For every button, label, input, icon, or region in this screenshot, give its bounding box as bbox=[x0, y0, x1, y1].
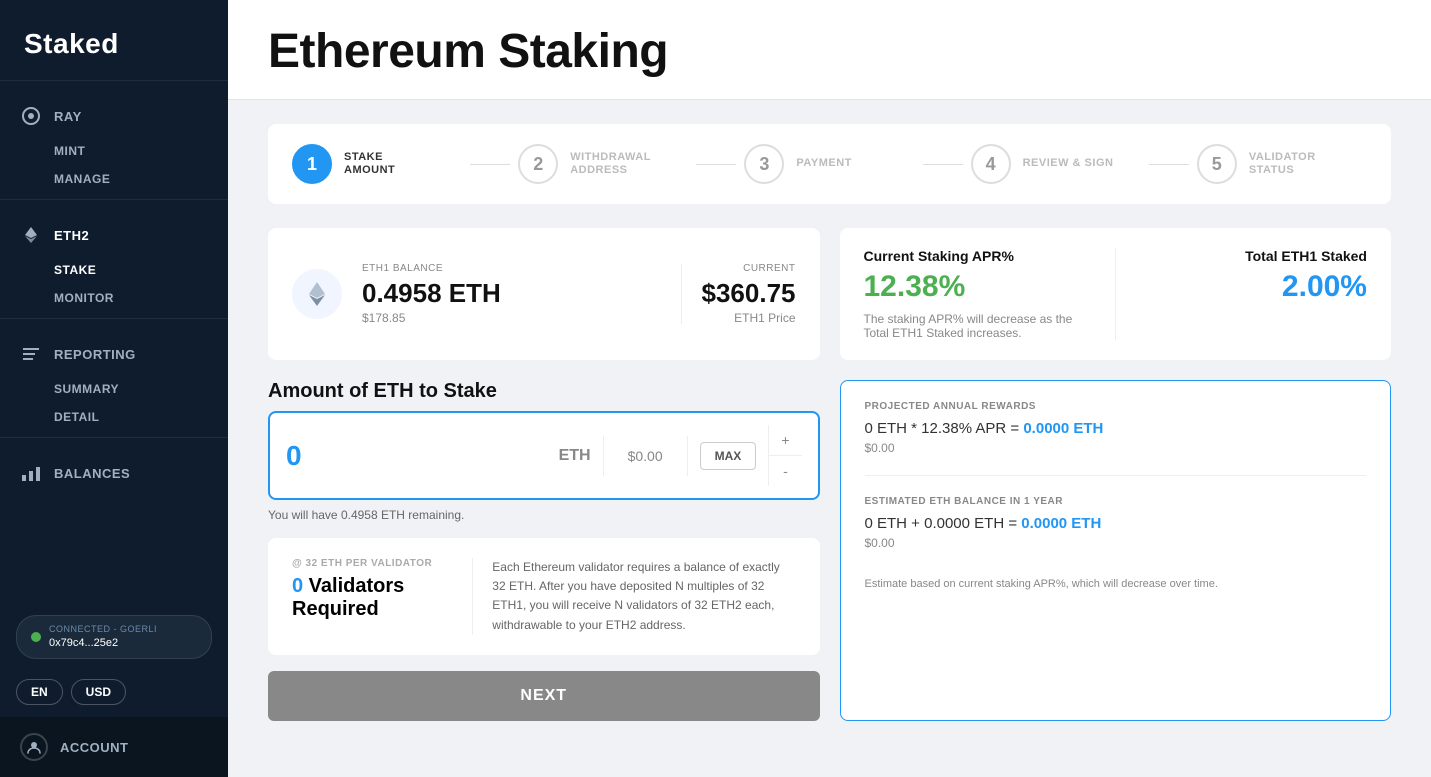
step-1[interactable]: 1 STAKE AMOUNT bbox=[292, 144, 462, 184]
sidebar-group-balances: BALANCES bbox=[0, 446, 228, 500]
rewards-card: PROJECTED ANNUAL REWARDS 0 ETH * 12.38% … bbox=[840, 380, 1392, 721]
balances-icon bbox=[20, 462, 42, 484]
sidebar-item-summary[interactable]: SUMMARY bbox=[0, 375, 228, 403]
step-5[interactable]: 5 VALIDATOR STATUS bbox=[1197, 144, 1367, 184]
sidebar-item-ray[interactable]: RAY bbox=[0, 95, 228, 137]
lang-currency-row: EN USD bbox=[0, 671, 228, 717]
page-header: Ethereum Staking bbox=[228, 0, 1431, 100]
sidebar-item-stake[interactable]: STAKE bbox=[0, 256, 228, 284]
sidebar-item-monitor[interactable]: MONITOR bbox=[0, 284, 228, 312]
stake-input-card: 0 ETH $0.00 MAX + - bbox=[268, 411, 820, 500]
apr-card: Current Staking APR% 12.38% The staking … bbox=[840, 228, 1392, 360]
balance-card: ETH1 BALANCE 0.4958 ETH $178.85 CURRENT … bbox=[268, 228, 820, 360]
sidebar-item-eth2[interactable]: ETH2 bbox=[0, 214, 228, 256]
account-item[interactable]: ACCOUNT bbox=[0, 717, 228, 777]
sidebar-group-reporting: REPORTING SUMMARY DETAIL bbox=[0, 327, 228, 437]
next-button[interactable]: NEXT bbox=[268, 671, 820, 721]
decrement-button[interactable]: - bbox=[769, 456, 801, 486]
total-staked-section: Total ETH1 Staked 2.00% bbox=[1140, 248, 1367, 340]
ray-icon bbox=[20, 105, 42, 127]
page-content: 1 STAKE AMOUNT 2 WITHDRAWAL ADDRESS bbox=[228, 100, 1431, 777]
sidebar-item-reporting[interactable]: REPORTING bbox=[0, 333, 228, 375]
step-1-circle: 1 bbox=[292, 144, 332, 184]
step-3[interactable]: 3 PAYMENT bbox=[744, 144, 914, 184]
sidebar: Staked RAY MINT MANAGE ETH2 bbox=[0, 0, 228, 777]
current-info: CURRENT $360.75 ETH1 Price bbox=[702, 263, 796, 325]
reporting-icon bbox=[20, 343, 42, 365]
apr-divider bbox=[1115, 248, 1116, 340]
language-button[interactable]: EN bbox=[16, 679, 63, 705]
page-title: Ethereum Staking bbox=[268, 24, 1391, 79]
reward-divider bbox=[865, 475, 1367, 476]
balance-divider bbox=[681, 264, 682, 324]
apr-section: Current Staking APR% 12.38% bbox=[864, 248, 1091, 304]
step-connector-4 bbox=[1149, 164, 1189, 165]
step-connector-2 bbox=[696, 164, 736, 165]
currency-button[interactable]: USD bbox=[71, 679, 126, 705]
balance-1year-section: ESTIMATED ETH BALANCE IN 1 YEAR 0 ETH + … bbox=[865, 496, 1367, 550]
validators-card: @ 32 ETH PER VALIDATOR 0 Validators Requ… bbox=[268, 538, 820, 655]
connected-dot bbox=[31, 632, 41, 642]
avatar bbox=[20, 733, 48, 761]
increment-button[interactable]: + bbox=[769, 425, 801, 456]
steps-container: 1 STAKE AMOUNT 2 WITHDRAWAL ADDRESS bbox=[268, 124, 1391, 204]
connected-badge[interactable]: CONNECTED - GOERLI 0x79c4...25e2 bbox=[16, 615, 212, 659]
sidebar-logo: Staked bbox=[0, 0, 228, 80]
sidebar-item-manage[interactable]: MANAGE bbox=[0, 165, 228, 193]
stake-amount-display: 0 bbox=[286, 440, 547, 472]
sidebar-item-balances[interactable]: BALANCES bbox=[0, 452, 228, 494]
step-5-circle: 5 bbox=[1197, 144, 1237, 184]
sidebar-group-ray: RAY MINT MANAGE bbox=[0, 89, 228, 199]
sidebar-bottom: CONNECTED - GOERLI 0x79c4...25e2 EN USD … bbox=[0, 603, 228, 777]
main-content: Ethereum Staking 1 STAKE AMOUNT 2 bbox=[228, 0, 1431, 777]
cards-row: ETH1 BALANCE 0.4958 ETH $178.85 CURRENT … bbox=[268, 228, 1391, 360]
step-connector-3 bbox=[923, 164, 963, 165]
balance-info: ETH1 BALANCE 0.4958 ETH $178.85 bbox=[362, 263, 661, 325]
amount-left: Amount of ETH to Stake 0 ETH $0.00 MAX +… bbox=[268, 380, 820, 721]
max-button[interactable]: MAX bbox=[700, 442, 757, 470]
sidebar-group-eth2: ETH2 STAKE MONITOR bbox=[0, 208, 228, 318]
projected-rewards-section: PROJECTED ANNUAL REWARDS 0 ETH * 12.38% … bbox=[865, 401, 1367, 455]
sidebar-item-detail[interactable]: DETAIL bbox=[0, 403, 228, 431]
step-connector-1 bbox=[470, 164, 510, 165]
eth-icon bbox=[20, 224, 42, 246]
sidebar-item-mint[interactable]: MINT bbox=[0, 137, 228, 165]
step-4-circle: 4 bbox=[971, 144, 1011, 184]
amount-section: Amount of ETH to Stake 0 ETH $0.00 MAX +… bbox=[268, 380, 1391, 721]
step-2[interactable]: 2 WITHDRAWAL ADDRESS bbox=[518, 144, 688, 184]
step-4[interactable]: 4 REVIEW & SIGN bbox=[971, 144, 1141, 184]
stepper-buttons: + - bbox=[768, 425, 801, 486]
step-3-circle: 3 bbox=[744, 144, 784, 184]
step-2-circle: 2 bbox=[518, 144, 558, 184]
eth-logo bbox=[292, 269, 342, 319]
